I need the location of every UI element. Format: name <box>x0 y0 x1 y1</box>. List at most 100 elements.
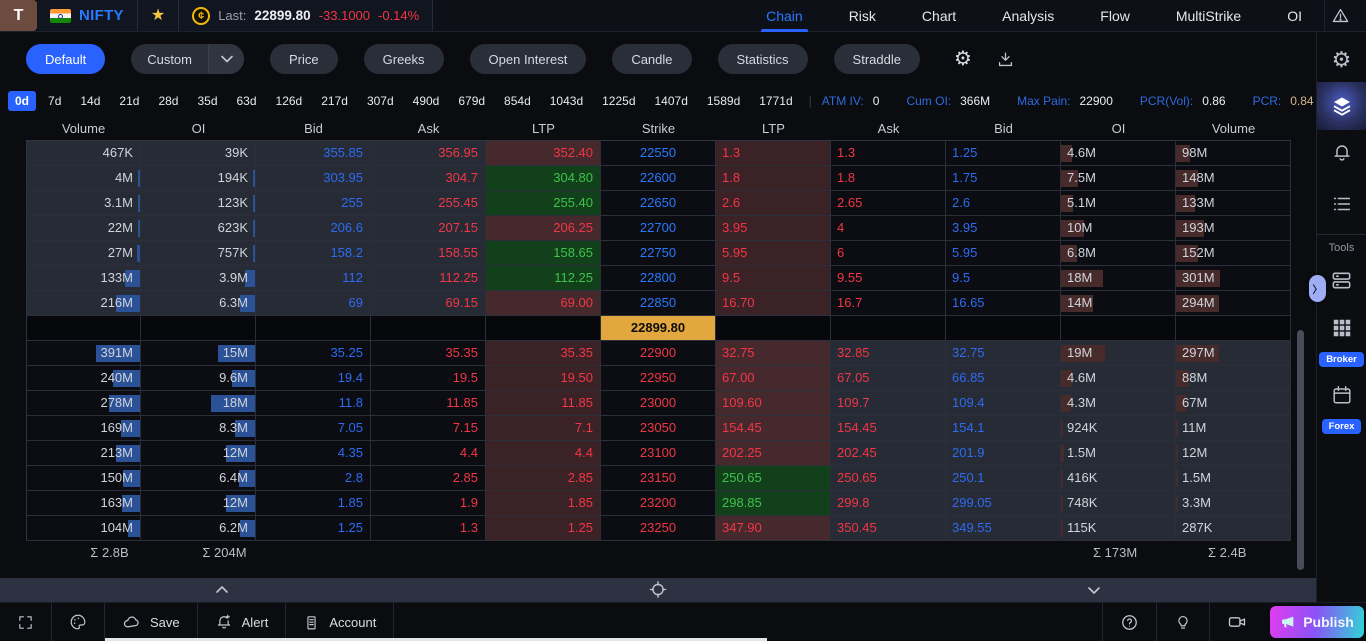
put-ltp-cell[interactable]: 250.65 <box>716 466 831 491</box>
preset-default-button[interactable]: Default <box>26 44 105 74</box>
symbol-selector[interactable]: NIFTY <box>37 0 138 31</box>
chain-row-22600[interactable]: 4M194K303.95304.7304.80226001.81.81.757.… <box>26 166 1291 191</box>
put-ltp-cell[interactable]: 2.6 <box>716 191 831 216</box>
save-button[interactable]: Save <box>105 603 198 641</box>
download-icon[interactable] <box>996 50 1015 69</box>
alerts-button[interactable] <box>1317 130 1366 174</box>
call-ltp-cell[interactable]: 1.25 <box>486 516 601 541</box>
put-ask-cell[interactable]: 32.85 <box>831 341 946 366</box>
call-ltp-cell[interactable]: 2.85 <box>486 466 601 491</box>
chain-row-23200[interactable]: 163M12M1.851.91.8523200298.85299.8299.05… <box>26 491 1291 516</box>
expiry-854d[interactable]: 854d <box>497 91 538 111</box>
tab-oi[interactable]: OI <box>1287 0 1302 32</box>
strike-cell[interactable]: 22900 <box>601 341 716 366</box>
view-pill-price[interactable]: Price <box>270 44 338 74</box>
put-bid-cell[interactable]: 250.1 <box>946 466 1061 491</box>
put-ltp-cell[interactable]: 5.95 <box>716 241 831 266</box>
call-ask-cell[interactable]: 356.95 <box>371 141 486 166</box>
put-bid-cell[interactable]: 5.95 <box>946 241 1061 266</box>
tab-analysis[interactable]: Analysis <box>1002 0 1054 32</box>
view-pill-straddle[interactable]: Straddle <box>834 44 920 74</box>
call-ask-cell[interactable]: 2.85 <box>371 466 486 491</box>
strike-cell[interactable]: 23000 <box>601 391 716 416</box>
target-icon[interactable] <box>650 581 667 598</box>
put-ask-cell[interactable]: 1.3 <box>831 141 946 166</box>
put-ask-cell[interactable]: 250.65 <box>831 466 946 491</box>
call-ltp-cell[interactable]: 112.25 <box>486 266 601 291</box>
panel-collapse-handle[interactable]: 〉 <box>1309 275 1326 302</box>
chain-row-22950[interactable]: 240M9.6M19.419.519.502295067.0067.0566.8… <box>26 366 1291 391</box>
call-ask-cell[interactable]: 207.15 <box>371 216 486 241</box>
call-ltp-cell[interactable]: 304.80 <box>486 166 601 191</box>
put-bid-cell[interactable]: 2.6 <box>946 191 1061 216</box>
put-bid-cell[interactable]: 109.4 <box>946 391 1061 416</box>
chain-row-23250[interactable]: 104M6.2M1.251.31.2523250347.90350.45349.… <box>26 516 1291 541</box>
strike-cell[interactable]: 23050 <box>601 416 716 441</box>
call-bid-cell[interactable]: 255 <box>256 191 371 216</box>
broker-grid-button[interactable] <box>1317 306 1366 350</box>
put-ask-cell[interactable]: 299.8 <box>831 491 946 516</box>
expiry-679d[interactable]: 679d <box>451 91 492 111</box>
view-pill-statistics[interactable]: Statistics <box>718 44 808 74</box>
put-ltp-cell[interactable]: 1.8 <box>716 166 831 191</box>
chain-row-22700[interactable]: 22M623K206.6207.15206.25227003.9543.9510… <box>26 216 1291 241</box>
call-bid-cell[interactable]: 4.35 <box>256 441 371 466</box>
chain-row-22750[interactable]: 27M757K158.2158.55158.65227505.9565.956.… <box>26 241 1291 266</box>
chevron-down-icon[interactable] <box>208 44 244 74</box>
put-bid-cell[interactable]: 66.85 <box>946 366 1061 391</box>
strike-cell[interactable]: 22950 <box>601 366 716 391</box>
strike-cell[interactable]: 22800 <box>601 266 716 291</box>
watchlist-button[interactable] <box>1317 182 1366 226</box>
expiry-1407d[interactable]: 1407d <box>648 91 695 111</box>
put-ltp-cell[interactable]: 1.3 <box>716 141 831 166</box>
help-button[interactable] <box>1102 603 1156 641</box>
call-ask-cell[interactable]: 304.7 <box>371 166 486 191</box>
call-ltp-cell[interactable]: 11.85 <box>486 391 601 416</box>
call-ltp-cell[interactable]: 19.50 <box>486 366 601 391</box>
expiry-35d[interactable]: 35d <box>190 91 224 111</box>
chain-row-23150[interactable]: 150M6.4M2.82.852.8523150250.65250.65250.… <box>26 466 1291 491</box>
strike-cell[interactable]: 22700 <box>601 216 716 241</box>
call-ask-cell[interactable]: 19.5 <box>371 366 486 391</box>
tab-chart[interactable]: Chart <box>922 0 956 32</box>
forex-badge[interactable]: Forex <box>1322 419 1362 434</box>
call-bid-cell[interactable]: 158.2 <box>256 241 371 266</box>
app-logo[interactable]: T <box>0 0 37 31</box>
put-bid-cell[interactable]: 9.5 <box>946 266 1061 291</box>
put-ask-cell[interactable]: 6 <box>831 241 946 266</box>
warning-button[interactable] <box>1324 0 1366 31</box>
call-ask-cell[interactable]: 69.15 <box>371 291 486 316</box>
put-ltp-cell[interactable]: 67.00 <box>716 366 831 391</box>
strike-cell[interactable]: 22650 <box>601 191 716 216</box>
call-ltp-cell[interactable]: 35.35 <box>486 341 601 366</box>
call-ask-cell[interactable]: 112.25 <box>371 266 486 291</box>
call-ltp-cell[interactable]: 352.40 <box>486 141 601 166</box>
theme-button[interactable] <box>52 603 105 641</box>
call-ltp-cell[interactable]: 206.25 <box>486 216 601 241</box>
alert-button[interactable]: Alert <box>198 603 287 641</box>
put-bid-cell[interactable]: 3.95 <box>946 216 1061 241</box>
call-bid-cell[interactable]: 7.05 <box>256 416 371 441</box>
put-ask-cell[interactable]: 1.8 <box>831 166 946 191</box>
record-button[interactable] <box>1209 603 1264 641</box>
chain-row-22900[interactable]: 391M15M35.2535.3535.352290032.7532.8532.… <box>26 341 1291 366</box>
put-ask-cell[interactable]: 16.7 <box>831 291 946 316</box>
call-bid-cell[interactable]: 69 <box>256 291 371 316</box>
put-ltp-cell[interactable]: 109.60 <box>716 391 831 416</box>
call-bid-cell[interactable]: 1.25 <box>256 516 371 541</box>
strike-cell[interactable]: 23100 <box>601 441 716 466</box>
settings-button[interactable]: ⚙ <box>1317 38 1366 82</box>
call-bid-cell[interactable]: 1.85 <box>256 491 371 516</box>
expiry-1043d[interactable]: 1043d <box>543 91 590 111</box>
put-ask-cell[interactable]: 9.55 <box>831 266 946 291</box>
put-ask-cell[interactable]: 4 <box>831 216 946 241</box>
chevron-up-icon[interactable] <box>214 582 230 598</box>
tab-risk[interactable]: Risk <box>849 0 876 32</box>
expiry-1589d[interactable]: 1589d <box>700 91 747 111</box>
expiry-7d[interactable]: 7d <box>41 91 68 111</box>
broker-badge[interactable]: Broker <box>1319 352 1364 367</box>
put-bid-cell[interactable]: 32.75 <box>946 341 1061 366</box>
gear-icon[interactable]: ⚙ <box>954 49 972 69</box>
call-ask-cell[interactable]: 11.85 <box>371 391 486 416</box>
put-ltp-cell[interactable]: 3.95 <box>716 216 831 241</box>
